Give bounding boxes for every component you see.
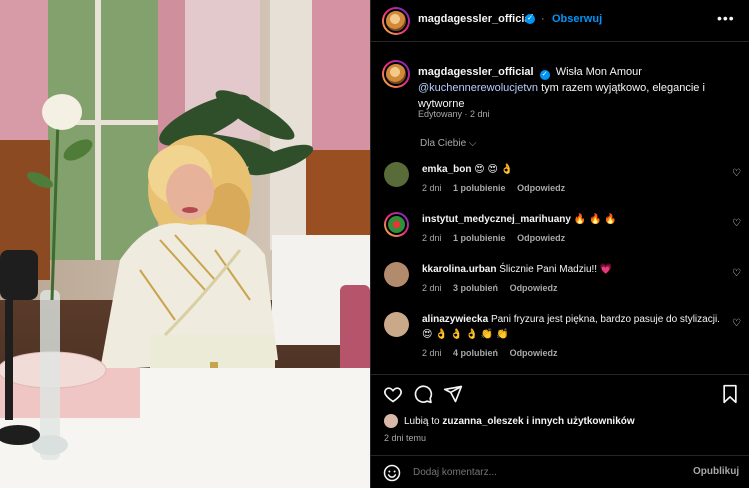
comment-likes[interactable]: 4 polubień — [453, 348, 498, 358]
comment-age: 2 dni — [422, 283, 442, 293]
comment-body: 😍 😍 👌 — [474, 164, 514, 175]
follow-button[interactable]: Obserwuj — [552, 13, 602, 25]
caption-edited: Edytowany · 2 dni — [418, 109, 490, 119]
separator-dot: · — [541, 13, 545, 25]
more-icon[interactable]: ••• — [717, 10, 735, 26]
post-timestamp[interactable]: 2 dni temu — [384, 433, 426, 443]
commenter-avatar[interactable] — [384, 162, 409, 187]
caption-author-avatar[interactable] — [382, 60, 410, 88]
comment-heart-icon[interactable]: ♡ — [732, 168, 741, 179]
comment-text: kkarolina.urban Ślicznie Pani Madziu!! 💗 — [422, 262, 722, 277]
comment-username[interactable]: alinazywiecka — [422, 314, 488, 325]
comment-age: 2 dni — [422, 348, 442, 358]
likes-prefix: Lubią to — [404, 416, 443, 427]
comment-meta: 2 dni 1 polubienie Odpowiedz — [422, 233, 574, 243]
caption-text: Wisła Mon Amour — [555, 66, 642, 78]
likes-others[interactable]: i innych użytkowników — [524, 416, 634, 427]
reply-button[interactable]: Odpowiedz — [517, 233, 565, 243]
reply-button[interactable]: Odpowiedz — [510, 283, 558, 293]
caption-username[interactable]: magdagessler_official — [418, 66, 534, 78]
comment-username[interactable]: instytut_medycznej_marihuany — [422, 214, 571, 225]
liker-username[interactable]: zuzanna_oleszek — [442, 416, 523, 427]
comment-likes[interactable]: 3 polubień — [453, 283, 498, 293]
chevron-down-icon: ⌵ — [468, 138, 477, 149]
reply-button[interactable]: Odpowiedz — [510, 348, 558, 358]
comment-age: 2 dni — [422, 233, 442, 243]
comment-heart-icon[interactable]: ♡ — [732, 268, 741, 279]
comment-body: Ślicznie Pani Madziu!! 💗 — [499, 264, 613, 275]
comment-username[interactable]: emka_bon — [422, 164, 471, 175]
caption: magdagessler_official ✓ Wisła Mon Amour … — [418, 64, 734, 112]
likes-text: Lubią to zuzanna_oleszek i innych użytko… — [404, 416, 635, 427]
post-header: magdagessler_official ✓ · Obserwuj ••• — [371, 0, 749, 42]
verified-badge-icon: ✓ — [539, 70, 550, 80]
comment-input-bar: Opublikuj — [371, 455, 749, 488]
comments-filter-dropdown[interactable]: Dla Ciebie ⌵ — [420, 138, 477, 149]
commenter-avatar[interactable] — [384, 312, 409, 337]
like-heart-icon[interactable] — [383, 384, 403, 404]
share-icon[interactable] — [443, 384, 463, 404]
photo-illustration — [0, 0, 370, 488]
comment-meta: 2 dni 4 polubień Odpowiedz — [422, 348, 567, 358]
comment-age: 2 dni — [422, 183, 442, 193]
verified-badge-icon: ✓ — [525, 14, 535, 24]
post-side-panel: magdagessler_official ✓ · Obserwuj ••• m… — [370, 0, 749, 488]
comments-filter-label: Dla Ciebie — [420, 138, 467, 149]
comment-text: alinazywiecka Pani fryzura jest piękna, … — [422, 312, 722, 342]
comment-username[interactable]: kkarolina.urban — [422, 264, 496, 275]
post-dialog: magdagessler_official ✓ · Obserwuj ••• m… — [0, 0, 749, 488]
emoji-icon[interactable] — [383, 464, 401, 482]
caption-mention[interactable]: @kuchennerewolucjetvn — [418, 82, 538, 94]
commenter-avatar[interactable] — [384, 262, 409, 287]
liker-avatar[interactable] — [384, 414, 398, 428]
post-actions — [371, 374, 749, 412]
publish-button[interactable]: Opublikuj — [693, 466, 739, 477]
comment-likes[interactable]: 1 polubienie — [453, 183, 506, 193]
comment-text: emka_bon 😍 😍 👌 — [422, 162, 722, 177]
comment-meta: 2 dni 1 polubienie Odpowiedz — [422, 183, 574, 193]
author-avatar[interactable] — [382, 7, 410, 35]
author-username[interactable]: magdagessler_official — [418, 13, 534, 25]
comment-likes[interactable]: 1 polubienie — [453, 233, 506, 243]
commenter-avatar[interactable] — [384, 212, 409, 237]
comment-heart-icon[interactable]: ♡ — [732, 218, 741, 229]
comment-icon[interactable] — [413, 384, 433, 404]
comment-meta: 2 dni 3 polubień Odpowiedz — [422, 283, 567, 293]
post-photo[interactable] — [0, 0, 370, 488]
comment-body: 🔥 🔥 🔥 — [573, 214, 617, 225]
comment-input[interactable] — [413, 464, 673, 481]
comment-text: instytut_medycznej_marihuany 🔥 🔥 🔥 — [422, 212, 722, 227]
comment-heart-icon[interactable]: ♡ — [732, 318, 741, 329]
save-bookmark-icon[interactable] — [721, 384, 739, 404]
reply-button[interactable]: Odpowiedz — [517, 183, 565, 193]
